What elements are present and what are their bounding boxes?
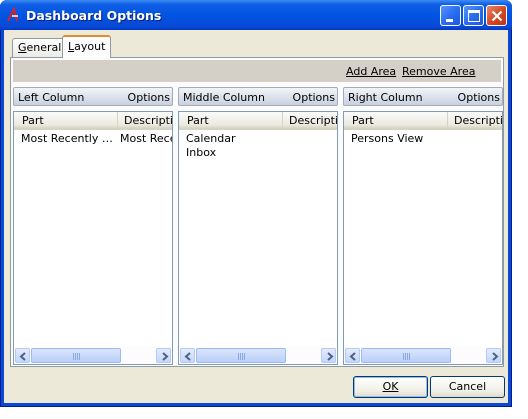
scroll-left-button[interactable]: [180, 348, 195, 363]
column-options-menu[interactable]: Options: [128, 91, 170, 104]
minimize-icon: [446, 19, 453, 22]
cancel-button[interactable]: Cancel: [430, 376, 505, 398]
grip-icon: [403, 353, 411, 360]
column-header-description[interactable]: Description: [283, 112, 337, 129]
column-title: Middle Column: [183, 91, 265, 104]
list-item[interactable]: Persons View: [344, 132, 502, 146]
dialog-window: Dashboard Options General Layout Add Are…: [0, 0, 512, 407]
title-bar[interactable]: Dashboard Options: [0, 0, 512, 30]
parts-list[interactable]: Part Description Persons View: [343, 111, 503, 365]
list-item-part: Persons View: [351, 132, 424, 145]
dialog-client-area: General Layout Add Area Remove Area Left…: [4, 30, 508, 403]
list-item[interactable]: Most Recently Used Most Recently Used: [14, 132, 172, 146]
ok-button[interactable]: OK: [353, 376, 428, 398]
arrow-right-icon: [492, 352, 499, 361]
tab-layout-label-rest: ayout: [74, 40, 106, 53]
scroll-thumb[interactable]: [31, 348, 121, 363]
arrow-right-icon: [327, 352, 334, 361]
list-header: Part Description: [14, 112, 172, 130]
scroll-left-button[interactable]: [15, 348, 30, 363]
column-header: Right Column Options: [343, 87, 503, 106]
ok-button-label: OK: [382, 380, 399, 393]
list-item-part: Inbox: [186, 146, 217, 159]
horizontal-scrollbar[interactable]: [344, 347, 502, 364]
maximize-button[interactable]: [463, 5, 484, 26]
list-item[interactable]: Calendar: [179, 132, 337, 146]
cancel-button-label: Cancel: [448, 380, 487, 393]
column-title: Right Column: [348, 91, 423, 104]
arrow-left-icon: [349, 352, 356, 361]
remove-area-link[interactable]: Remove Area: [402, 65, 475, 78]
column-header: Middle Column Options: [178, 87, 338, 106]
column-header-part[interactable]: Part: [344, 112, 448, 129]
column-title: Left Column: [18, 91, 85, 104]
close-icon: [491, 10, 503, 22]
grip-icon: [238, 353, 246, 360]
left-column-panel: Left Column Options Part Description Mos…: [13, 87, 173, 367]
close-button[interactable]: [486, 5, 507, 26]
column-header-description[interactable]: Description: [118, 112, 172, 129]
list-item-part: Calendar: [186, 132, 236, 145]
parts-list[interactable]: Part Description Calendar Inbox: [178, 111, 338, 365]
scroll-right-button[interactable]: [321, 348, 336, 363]
scroll-right-button[interactable]: [156, 348, 171, 363]
list-header: Part Description: [344, 112, 502, 130]
arrow-left-icon: [184, 352, 191, 361]
horizontal-scrollbar[interactable]: [179, 347, 337, 364]
scroll-thumb[interactable]: [361, 348, 451, 363]
list-item[interactable]: Inbox: [179, 146, 337, 160]
parts-list[interactable]: Part Description Most Recently Used Most…: [13, 111, 173, 365]
right-column-panel: Right Column Options Part Description Pe…: [343, 87, 503, 367]
tab-general-label-rest: eneral: [26, 41, 62, 54]
window-title: Dashboard Options: [26, 8, 162, 23]
list-item-part: Most Recently Used: [21, 132, 117, 145]
column-options-menu[interactable]: Options: [458, 91, 500, 104]
tab-layout[interactable]: Layout: [62, 35, 112, 58]
minimize-button[interactable]: [440, 5, 461, 26]
grip-icon: [73, 353, 81, 360]
column-header-description[interactable]: Description: [448, 112, 502, 129]
column-options-menu[interactable]: Options: [293, 91, 335, 104]
column-header-part[interactable]: Part: [179, 112, 283, 129]
maximize-icon: [468, 10, 480, 22]
area-action-bar: Add Area Remove Area: [13, 60, 501, 82]
scroll-right-button[interactable]: [486, 348, 501, 363]
app-logo-icon: [7, 7, 18, 22]
scroll-left-button[interactable]: [345, 348, 360, 363]
list-header: Part Description: [179, 112, 337, 130]
middle-column-panel: Middle Column Options Part Description C…: [178, 87, 338, 367]
list-item-description: Most Recently Used: [120, 132, 172, 145]
arrow-left-icon: [19, 352, 26, 361]
horizontal-scrollbar[interactable]: [14, 347, 172, 364]
column-header-part[interactable]: Part: [14, 112, 118, 129]
scroll-thumb[interactable]: [196, 348, 286, 363]
tab-general-accesskey: G: [18, 41, 27, 54]
tab-general[interactable]: General: [12, 38, 68, 57]
column-header: Left Column Options: [13, 87, 173, 106]
arrow-right-icon: [162, 352, 169, 361]
layout-tab-panel: Add Area Remove Area Left Column Options…: [10, 57, 504, 367]
add-area-link[interactable]: Add Area: [346, 65, 396, 78]
